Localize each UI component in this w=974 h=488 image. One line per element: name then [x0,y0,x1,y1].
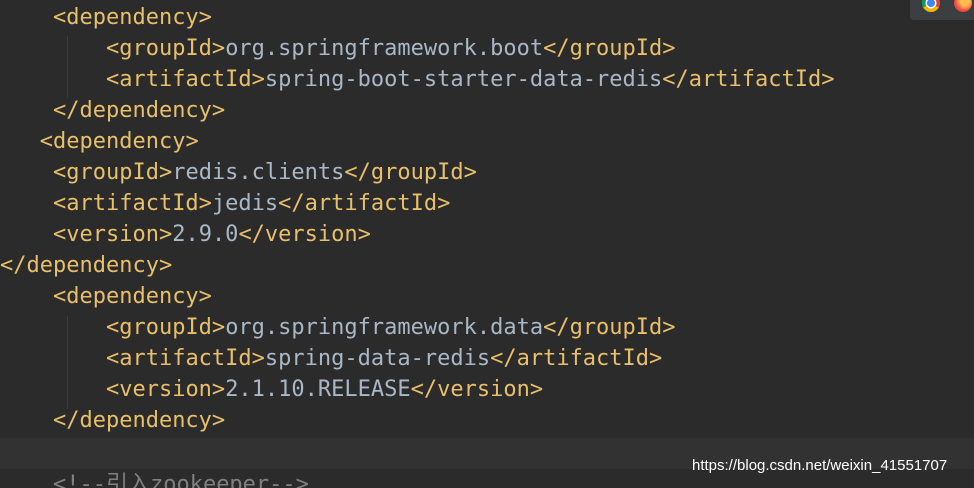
code-line: <dependency> [52,284,212,309]
browser-icons-bar [910,0,974,20]
code-line: <dependency> [39,129,199,154]
chrome-icon[interactable] [922,0,940,12]
code-line: <groupId>redis.clients</groupId> [52,160,477,185]
code-line: <artifactId>spring-boot-starter-data-red… [105,67,835,92]
code-editor[interactable]: <dependency> <groupId>org.springframewor… [0,0,974,488]
code-line: <groupId>org.springframework.boot</group… [105,36,676,61]
code-line: <groupId>org.springframework.data</group… [105,315,676,340]
code-line: <version>2.1.10.RELEASE</version> [105,377,544,402]
code-line: </dependency> [52,408,226,433]
code-line-comment: <!--引入zookeeper--> [52,472,309,488]
code-line: <dependency> [52,5,212,30]
code-line: </dependency> [52,98,226,123]
firefox-icon[interactable] [954,0,972,12]
code-line: <artifactId>spring-data-redis</artifactI… [105,346,663,371]
watermark-url: https://blog.csdn.net/weixin_41551707 [692,457,948,474]
code-line: <artifactId>jedis</artifactId> [52,191,451,216]
code-line: <version>2.9.0</version> [52,222,371,247]
code-line: </dependency> [0,253,173,278]
